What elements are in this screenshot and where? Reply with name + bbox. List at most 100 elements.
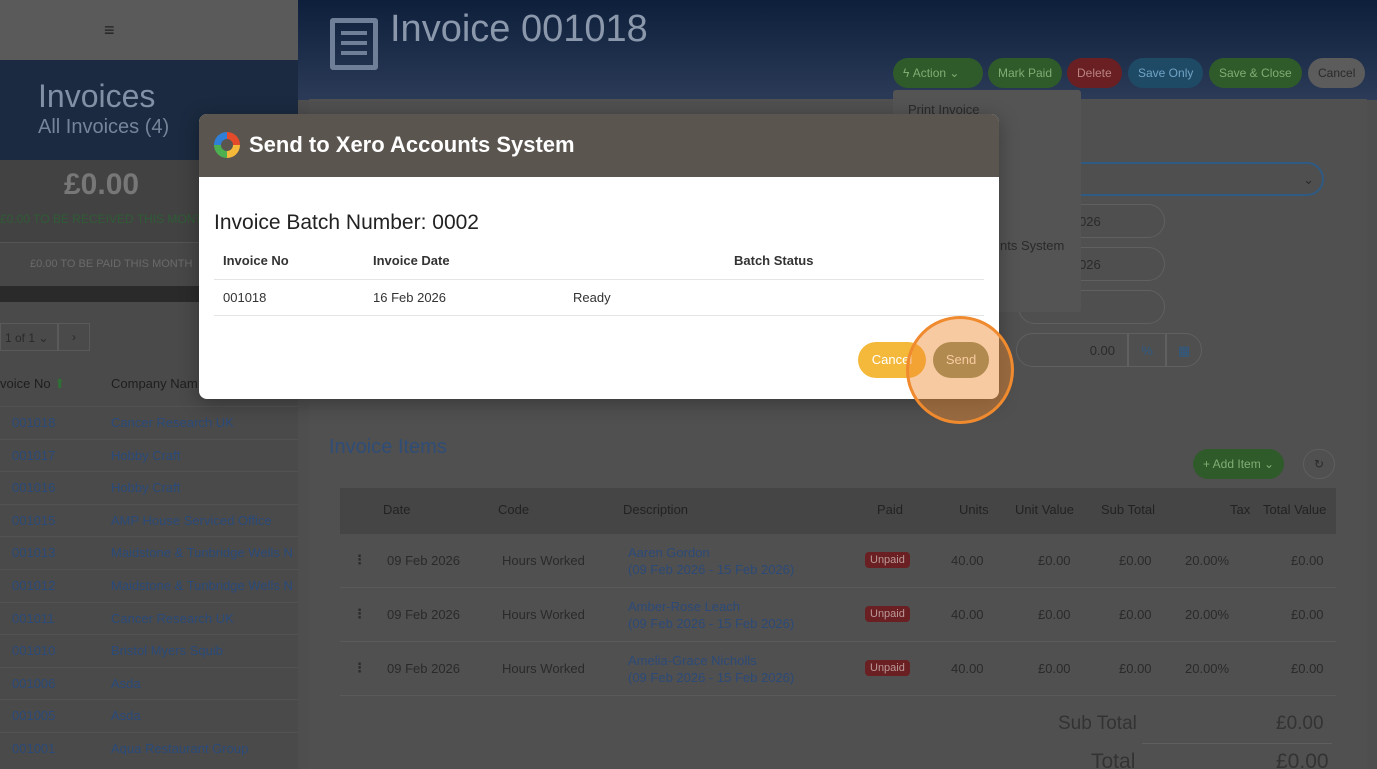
item-subtotal: £0.00	[1119, 607, 1152, 622]
invoice-header: Invoice 001018 ϟ Action ⌄ Mark Paid Dele…	[298, 0, 1377, 100]
item-date: 09 Feb 2026	[387, 553, 461, 568]
item-code: Hours Worked	[502, 661, 585, 676]
table-row[interactable]: 001015 AMP House Serviced Office	[0, 503, 298, 536]
table-row[interactable]: 001016 Hobby Craft	[0, 471, 298, 503]
item-date: 09 Feb 2026	[387, 607, 461, 622]
invoice-no[interactable]: 001005	[12, 708, 55, 723]
item-code: Hours Worked	[502, 607, 585, 622]
modal-title: Send to Xero Accounts System	[249, 132, 575, 157]
row-invoice-no: 001018	[223, 290, 267, 305]
invoice-no[interactable]: 001012	[12, 578, 55, 593]
invoice-no[interactable]: 001010	[12, 643, 55, 658]
company-name[interactable]: Hobby Craft	[111, 480, 180, 495]
table-divider	[214, 279, 984, 280]
company-name[interactable]: Maidstone & Tunbridge Wells N	[111, 578, 293, 593]
column-header: Date	[383, 502, 411, 517]
batch-number: Invoice Batch Number: 0002	[214, 211, 479, 234]
table-row[interactable]: 001017 Hobby Craft	[0, 438, 298, 471]
action-button[interactable]: ϟ Action ⌄	[893, 58, 983, 88]
discount-field[interactable]: 0.00	[1016, 333, 1128, 367]
col-batch-status: Batch Status	[734, 253, 814, 268]
company-name[interactable]: AMP House Serviced Office	[111, 513, 272, 528]
invoice-no[interactable]: 001015	[12, 513, 55, 528]
column-header: Sub Total	[1101, 502, 1155, 517]
table-row[interactable]: 001018 Cancer Research UK	[0, 406, 298, 438]
table-row[interactable]: 001010 Bristol Myers Squib	[0, 634, 298, 666]
document-icon	[330, 18, 378, 70]
column-company[interactable]: Company Nam	[111, 376, 198, 391]
column-invoice-no[interactable]: voice No ⬆	[0, 376, 65, 392]
amount-value: £0.00	[64, 168, 140, 201]
invoice-no[interactable]: 001016	[12, 480, 55, 495]
sort-icon[interactable]: ⬆	[54, 376, 65, 391]
invoice-no[interactable]: 001013	[12, 545, 55, 560]
xero-logo-icon	[214, 132, 240, 158]
percent-toggle[interactable]: %	[1128, 333, 1166, 367]
invoice-no[interactable]: 001017	[12, 448, 55, 463]
page-selector[interactable]: 1 of 1 ⌄	[0, 323, 58, 351]
menu-icon[interactable]: ≡	[104, 20, 115, 41]
item-subtotal: £0.00	[1119, 661, 1152, 676]
items-table-header	[340, 488, 1336, 534]
status-badge: Unpaid	[865, 660, 910, 676]
list-subtitle: All Invoices (4)	[38, 116, 170, 138]
company-name[interactable]: Hobby Craft	[111, 448, 180, 463]
items-title: Invoice Items	[329, 436, 447, 458]
action-label: Action	[912, 66, 947, 80]
item-tax: 20.00%	[1185, 661, 1230, 676]
item-date: 09 Feb 2026	[387, 661, 461, 676]
invoice-no[interactable]: 001006	[12, 676, 55, 691]
row-menu-icon[interactable]: ⋮	[353, 606, 366, 622]
item-unit-value: £0.00	[1038, 553, 1071, 568]
item-units: 40.00	[951, 661, 984, 676]
item-date-range[interactable]: (09 Feb 2026 - 15 Feb 2026)	[628, 669, 794, 686]
invoice-no[interactable]: 001001	[12, 741, 55, 756]
company-name[interactable]: Asda	[111, 676, 141, 691]
item-total: £0.00	[1291, 661, 1324, 676]
save-close-button[interactable]: Save & Close	[1209, 58, 1302, 88]
column-header: Unit Value	[1015, 502, 1075, 517]
invoice-no[interactable]: 001011	[12, 611, 54, 626]
item-subtotal: £0.00	[1119, 553, 1152, 568]
item-date-range[interactable]: (09 Feb 2026 - 15 Feb 2026)	[628, 615, 794, 632]
column-invoice-no-label: voice No	[0, 376, 51, 391]
item-code: Hours Worked	[502, 553, 585, 568]
col-invoice-no: Invoice No	[223, 253, 289, 268]
add-item-button[interactable]: + Add Item ⌄	[1193, 449, 1285, 479]
item-date-range[interactable]: (09 Feb 2026 - 15 Feb 2026)	[628, 561, 794, 578]
table-row[interactable]: 001001 Aqua Restaurant Group	[0, 732, 298, 764]
company-name[interactable]: Asda	[111, 708, 141, 723]
company-name[interactable]: Maidstone & Tunbridge Wells N	[111, 545, 293, 560]
item-unit-value: £0.00	[1038, 607, 1071, 622]
table-row[interactable]: 001005 Asda	[0, 699, 298, 731]
calculator-icon[interactable]: ▦	[1166, 333, 1202, 367]
delete-button[interactable]: Delete	[1067, 58, 1122, 88]
refresh-icon[interactable]: ↻	[1303, 449, 1335, 479]
amount-note: £0.00 TO BE RECEIVED THIS MONTH	[0, 212, 212, 226]
company-name[interactable]: Cancer Research UK	[111, 611, 234, 626]
item-tax: 20.00%	[1185, 607, 1230, 622]
row-status: Ready	[573, 290, 611, 305]
row-menu-icon[interactable]: ⋮	[353, 660, 366, 676]
table-row[interactable]: 001011 Cancer Research UK	[0, 601, 298, 634]
invoice-no[interactable]: 001018	[12, 415, 55, 430]
subtotal-label: Sub Total	[1058, 713, 1137, 734]
send-accounts-item[interactable]: nts System	[1000, 238, 1064, 253]
mark-paid-button[interactable]: Mark Paid	[988, 58, 1063, 88]
row-menu-icon[interactable]: ⋮	[353, 552, 366, 568]
cancel-invoice-button[interactable]: Cancel	[1308, 58, 1366, 88]
table-row[interactable]: 001013 Maidstone & Tunbridge Wells N	[0, 536, 298, 568]
total-label: Total	[1091, 750, 1136, 769]
company-name[interactable]: Bristol Myers Squib	[111, 643, 223, 658]
next-page-button[interactable]: ›	[58, 323, 90, 351]
table-divider	[214, 315, 984, 316]
total-divider	[1142, 743, 1332, 744]
company-name[interactable]: Cancer Research UK	[111, 415, 234, 430]
item-employee[interactable]: Amelia-Grace Nicholls	[628, 652, 757, 669]
table-row[interactable]: 001006 Asda	[0, 666, 298, 699]
company-name[interactable]: Aqua Restaurant Group	[111, 741, 248, 756]
save-only-button[interactable]: Save Only	[1128, 58, 1204, 88]
item-employee[interactable]: Amber-Rose Leach	[628, 598, 740, 615]
table-row[interactable]: 001012 Maidstone & Tunbridge Wells N	[0, 569, 298, 601]
item-employee[interactable]: Aaren Gordon	[628, 544, 710, 561]
